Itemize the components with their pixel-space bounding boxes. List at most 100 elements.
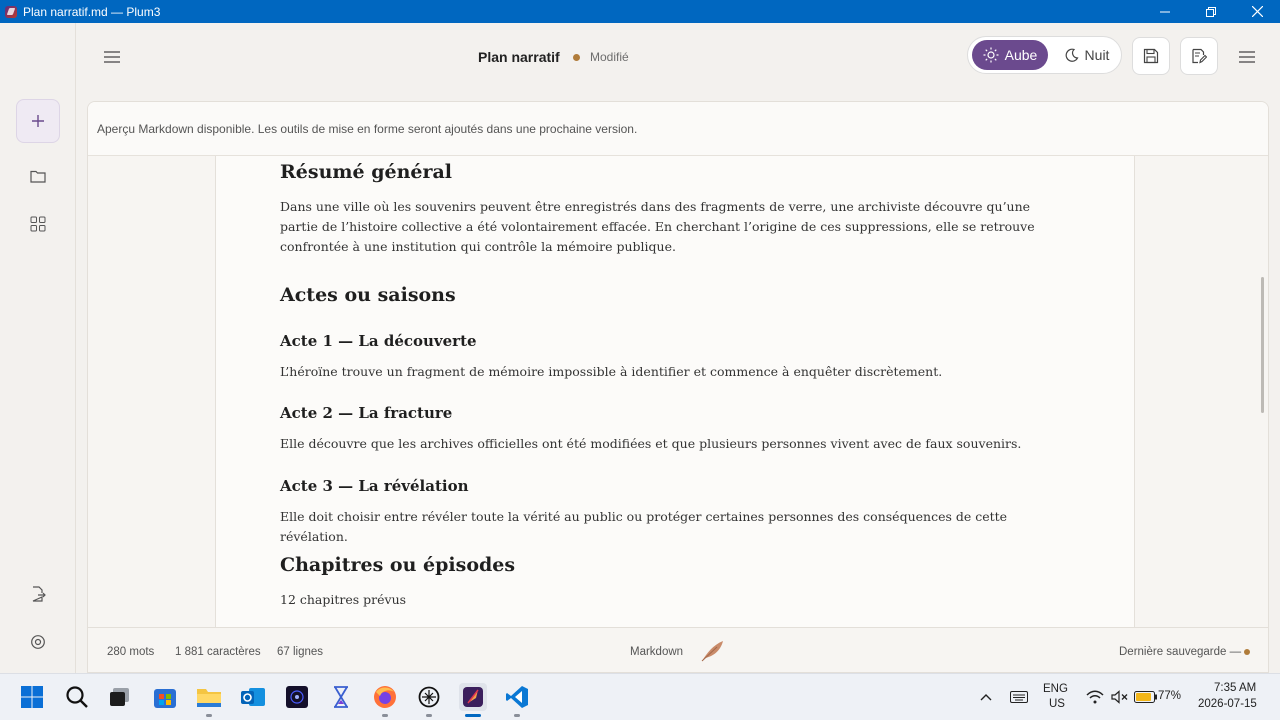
settings-button[interactable]	[16, 620, 60, 664]
explorer-running-indicator	[206, 714, 212, 717]
document-page[interactable]: Résumé général Dans une ville où les sou…	[215, 156, 1135, 628]
speaker-muted-icon	[1111, 690, 1128, 704]
new-document-button[interactable]	[16, 99, 60, 143]
vscode-icon	[506, 686, 528, 708]
input-language[interactable]: ENG	[1043, 683, 1068, 695]
gear-icon	[31, 635, 45, 649]
char-count: 1 881 caractères	[175, 646, 261, 658]
act-3-title: Acte 3 — La révélation	[280, 477, 469, 495]
mode-label: Markdown	[630, 646, 684, 658]
act-1-text: L’héroïne trouve un fragment de mémoire …	[280, 364, 943, 379]
summary-paragraph: Dans une ville où les souvenirs peuvent …	[280, 199, 1035, 254]
input-region[interactable]: US	[1049, 698, 1065, 710]
sidebar-toggle-button[interactable]	[100, 45, 124, 69]
modified-label: Modifié	[590, 50, 629, 64]
taskbar-chatgpt-app[interactable]	[416, 684, 442, 710]
folder-app-icon	[197, 689, 221, 707]
vertical-scrollbar[interactable]	[1261, 277, 1264, 413]
keyboard-button[interactable]	[1008, 684, 1030, 710]
tray-overflow-button[interactable]	[976, 684, 996, 710]
file-export-icon	[32, 586, 46, 602]
taskbar: ENG US 77% 7:35 AM 2026-07-15	[0, 673, 1280, 720]
clock-time[interactable]: 7:35 AM	[1214, 682, 1256, 694]
heading-summary: Résumé général	[280, 161, 453, 183]
close-button[interactable]	[1234, 0, 1280, 23]
plus-icon	[32, 115, 44, 127]
apps-grid-button[interactable]	[16, 202, 60, 246]
start-button[interactable]	[19, 684, 45, 710]
taskbar-explorer-app[interactable]	[196, 684, 222, 710]
save-icon	[1143, 48, 1159, 64]
theme-dark-button[interactable]: Nuit	[1056, 40, 1118, 70]
taskbar-store-app[interactable]	[152, 684, 178, 710]
status-bar: 280 mots 1 881 caractères 67 lignes Mark…	[88, 627, 1268, 672]
wifi-icon	[1086, 690, 1104, 704]
taskbar-media-app[interactable]	[284, 684, 310, 710]
hourglass-icon	[334, 686, 348, 708]
edit-document-icon	[1192, 48, 1207, 64]
open-folder-button[interactable]	[16, 154, 60, 198]
taskbar-tool-app[interactable]	[328, 684, 354, 710]
grid-icon	[30, 216, 46, 232]
moon-icon	[1065, 48, 1079, 62]
save-button[interactable]	[1132, 37, 1170, 75]
heading-acts: Actes ou saisons	[280, 284, 456, 306]
last-save-label: Dernière sauvegarde —	[1119, 646, 1242, 658]
plum-active-indicator	[465, 714, 481, 717]
firefox-icon	[374, 686, 396, 708]
plum-app-icon	[5, 5, 17, 18]
theme-light-button[interactable]: Aube	[972, 40, 1048, 70]
window-title: Plan narratif.md — Plum3	[23, 4, 161, 19]
more-menu-button[interactable]	[1235, 45, 1259, 69]
galaxy-app-icon	[286, 686, 308, 708]
windows-logo-icon	[21, 686, 43, 708]
taskbar-firefox-app[interactable]	[372, 684, 398, 710]
battery-status[interactable]	[1133, 684, 1159, 710]
chevron-up-icon	[980, 694, 992, 701]
document-title: Plan narratif	[478, 49, 560, 65]
chapters-text: 12 chapitres prévus	[280, 592, 407, 607]
theme-light-label: Aube	[1004, 47, 1038, 63]
heading-chapters: Chapitres ou épisodes	[280, 554, 516, 576]
act-3-text: Elle doit choisir entre révéler toute la…	[280, 509, 1008, 544]
taskbar-plum-app[interactable]	[459, 683, 487, 711]
minimize-icon	[1160, 11, 1170, 12]
line-count: 67 lignes	[277, 646, 324, 658]
battery-icon	[1134, 691, 1157, 703]
export-button[interactable]	[16, 572, 60, 616]
theme-toggle: Aube Nuit	[967, 36, 1122, 74]
hamburger-icon	[1239, 51, 1255, 63]
store-icon	[154, 689, 176, 708]
volume-status[interactable]	[1110, 684, 1130, 710]
search-button[interactable]	[64, 684, 90, 710]
act-2-text: Elle découvre que les archives officiell…	[280, 436, 1022, 451]
vscode-running-indicator	[514, 714, 520, 717]
act-2-title: Acte 2 — La fracture	[280, 404, 453, 422]
editor-panel: Aperçu Markdown disponible. Les outils d…	[87, 101, 1269, 673]
task-view-button[interactable]	[107, 684, 133, 710]
maximize-button[interactable]	[1188, 0, 1234, 23]
minimize-button[interactable]	[1142, 0, 1188, 23]
wifi-status[interactable]	[1085, 684, 1105, 710]
chatgpt-icon	[418, 686, 440, 708]
clock-date[interactable]: 2026-07-15	[1198, 698, 1257, 710]
theme-dark-label: Nuit	[1084, 47, 1110, 63]
firefox-running-indicator	[382, 714, 388, 717]
modified-dot	[573, 54, 580, 61]
folder-icon	[30, 170, 46, 183]
save-status-dot	[1244, 649, 1250, 655]
title-bar: Plan narratif.md — Plum3	[0, 0, 1280, 23]
edit-document-button[interactable]	[1180, 37, 1218, 75]
sun-icon	[983, 47, 999, 63]
plum-icon	[463, 687, 483, 707]
taskbar-outlook-app[interactable]	[240, 684, 266, 710]
keyboard-icon	[1010, 691, 1028, 703]
feather-icon	[701, 641, 723, 662]
hamburger-icon	[104, 51, 120, 63]
task-view-icon	[110, 688, 129, 706]
act-1-title: Acte 1 — La découverte	[280, 332, 477, 350]
app-header: Plan narratif Modifié Aube Nuit	[76, 23, 1280, 91]
search-icon	[66, 686, 88, 708]
taskbar-vscode-app[interactable]	[504, 684, 530, 710]
close-icon	[1251, 6, 1263, 17]
